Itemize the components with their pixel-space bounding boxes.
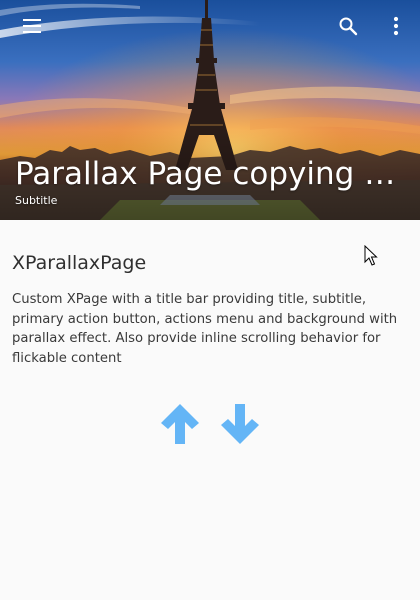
page-subtitle: Subtitle bbox=[15, 194, 58, 207]
menu-button[interactable] bbox=[14, 8, 50, 44]
search-icon bbox=[339, 17, 358, 36]
page-title: Parallax Page copying Go… bbox=[15, 156, 405, 192]
mouse-cursor-icon bbox=[364, 245, 378, 266]
parallax-header: Parallax Page copying Go… Subtitle bbox=[0, 0, 420, 220]
page-content: XParallaxPage Custom XPage with a title … bbox=[0, 220, 420, 600]
more-options-button[interactable] bbox=[378, 8, 414, 44]
search-button[interactable] bbox=[330, 8, 366, 44]
arrow-down-icon[interactable] bbox=[220, 402, 260, 446]
app-window: Parallax Page copying Go… Subtitle XPara… bbox=[0, 0, 420, 600]
menu-icon bbox=[23, 19, 41, 33]
more-vert-icon bbox=[393, 16, 399, 36]
content-description: Custom XPage with a title bar providing … bbox=[12, 292, 398, 366]
arrow-up-icon[interactable] bbox=[160, 402, 200, 446]
content-heading: XParallaxPage bbox=[12, 252, 147, 274]
